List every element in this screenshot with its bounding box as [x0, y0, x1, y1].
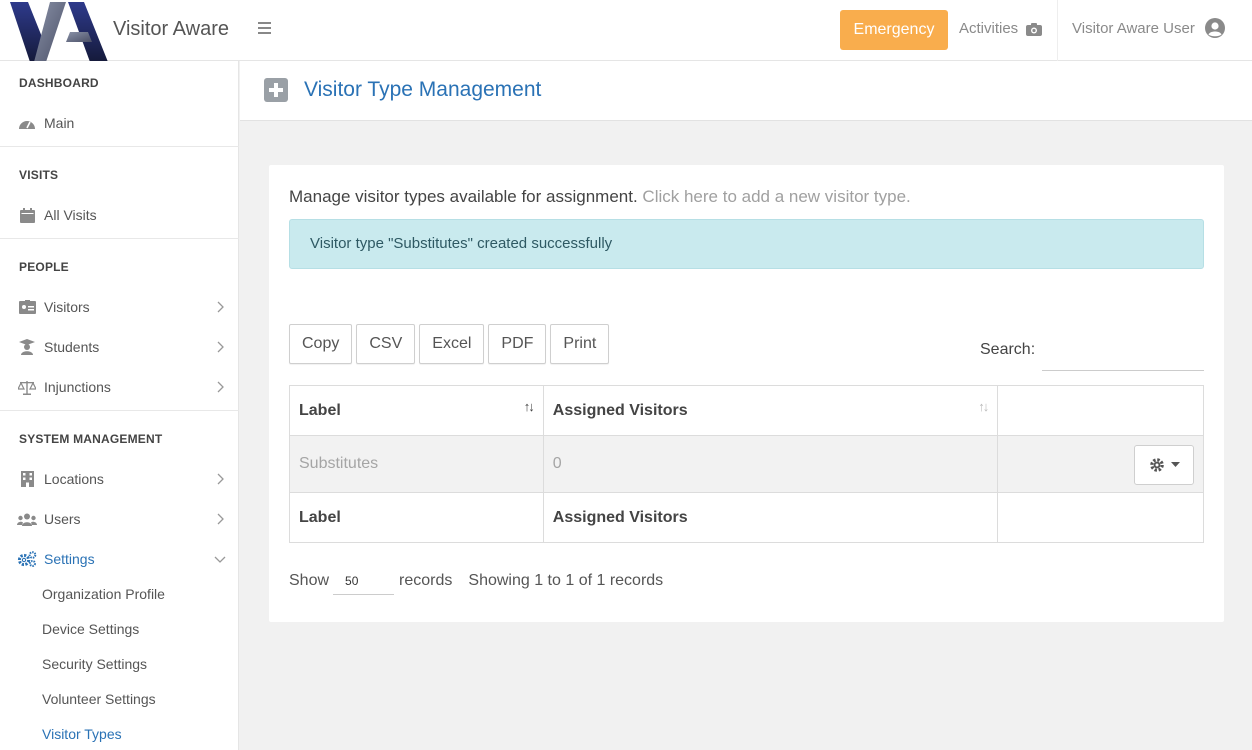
column-header-assigned-text: Assigned Visitors: [552, 401, 688, 419]
sidebar-item-students[interactable]: Students: [0, 332, 239, 362]
table-row: Substitutes 0: [289, 435, 1204, 493]
chevron-down-icon: [214, 556, 226, 563]
caret-down-icon: [1170, 462, 1180, 467]
success-alert: Visitor type "Substitutes" created succe…: [289, 219, 1204, 269]
records-per-page-select[interactable]: [333, 567, 395, 595]
camera-icon: [1026, 22, 1043, 36]
sidebar-item-settings[interactable]: Settings: [0, 544, 239, 574]
sidebar-item-label: Main: [44, 115, 75, 131]
records-label: records: [399, 572, 453, 589]
pdf-button[interactable]: PDF: [488, 324, 547, 364]
chevron-right-icon: [217, 341, 224, 353]
activities-link[interactable]: Activities: [959, 20, 1043, 37]
calendar-icon: [17, 207, 37, 223]
page-header: Visitor Type Management: [240, 61, 1252, 121]
sidebar-item-visitors[interactable]: Visitors: [0, 292, 239, 322]
chevron-right-icon: [217, 381, 224, 393]
sidebar-subitem-security-settings[interactable]: Security Settings: [42, 656, 147, 672]
chevron-right-icon: [217, 473, 224, 485]
search-label: Search:: [980, 341, 1036, 358]
visitor-types-card: Manage visitor types available for assig…: [269, 165, 1224, 622]
chevron-right-icon: [217, 513, 224, 525]
sidebar-item-label: Visitors: [44, 299, 90, 315]
sidebar: DASHBOARD Main VISITS All Visits PEOPLE …: [0, 61, 239, 750]
search-input[interactable]: [1042, 337, 1204, 371]
sort-icon: ↑↓: [978, 399, 989, 414]
activities-label: Activities: [959, 20, 1019, 37]
table-info: Showing 1 to 1 of 1 records: [468, 572, 664, 589]
gear-icon: [1149, 458, 1164, 472]
table-footer: Show records Showing 1 to 1 of 1 records: [289, 567, 663, 595]
section-system-management: SYSTEM MANAGEMENT: [19, 432, 163, 446]
sidebar-divider: [0, 238, 239, 239]
sidebar-divider: [0, 146, 239, 147]
show-label: Show: [289, 572, 330, 589]
dashboard-gauge-icon: [17, 115, 37, 131]
gears-icon: [17, 551, 37, 567]
section-people: PEOPLE: [19, 260, 69, 274]
plus-square-icon: [264, 78, 288, 102]
column-header-label[interactable]: Label ↑↓: [289, 385, 544, 436]
section-visits: VISITS: [19, 168, 59, 182]
building-icon: [17, 471, 37, 487]
users-group-icon: [17, 511, 37, 527]
sidebar-subitem-visitor-types[interactable]: Visitor Types: [42, 726, 122, 742]
balance-scale-icon: [17, 379, 37, 395]
column-header-assigned-visitors[interactable]: Assigned Visitors ↑↓: [542, 385, 999, 436]
user-avatar-icon: [1204, 18, 1225, 38]
excel-button[interactable]: Excel: [419, 324, 485, 364]
visitor-aware-logo[interactable]: [10, 2, 108, 62]
page-title: Visitor Type Management: [304, 78, 542, 101]
sidebar-item-label: Users: [44, 511, 81, 527]
column-footer-label: Label: [289, 492, 544, 543]
user-menu[interactable]: Visitor Aware User: [1072, 18, 1225, 38]
row-actions-dropdown-button[interactable]: [1134, 445, 1194, 485]
sidebar-item-all-visits[interactable]: All Visits: [0, 200, 239, 230]
export-buttons: Copy CSV Excel PDF Print: [289, 324, 610, 364]
column-footer-actions: [997, 492, 1204, 543]
intro-text: Manage visitor types available for assig…: [289, 187, 911, 207]
sidebar-item-label: All Visits: [44, 207, 97, 223]
cell-assigned-visitors: 0: [542, 435, 999, 493]
column-header-label-text: Label: [299, 401, 341, 419]
visitor-types-table: Label ↑↓ Assigned Visitors ↑↓ Substitute…: [289, 385, 1204, 543]
section-dashboard: DASHBOARD: [19, 76, 99, 90]
cell-label: Substitutes: [289, 435, 544, 493]
sidebar-item-locations[interactable]: Locations: [0, 464, 239, 494]
sort-icon: ↑↓: [523, 399, 535, 414]
id-badge-icon: [17, 299, 37, 315]
intro-description: Manage visitor types available for assig…: [289, 187, 638, 206]
sidebar-divider: [0, 410, 239, 411]
sidebar-item-injunctions[interactable]: Injunctions: [0, 372, 239, 402]
brand-name: Visitor Aware: [113, 18, 229, 40]
top-header: Visitor Aware Emergency Activities Visit…: [0, 0, 1252, 62]
copy-button[interactable]: Copy: [289, 324, 353, 364]
print-button[interactable]: Print: [550, 324, 610, 364]
sidebar-item-label: Settings: [44, 551, 95, 567]
graduate-icon: [17, 339, 37, 355]
sidebar-item-label: Locations: [44, 471, 104, 487]
sidebar-item-main[interactable]: Main: [0, 108, 239, 138]
sidebar-item-label: Students: [44, 339, 100, 355]
user-name: Visitor Aware User: [1072, 19, 1195, 37]
header-divider: [1057, 0, 1058, 61]
add-visitor-type-link[interactable]: Click here to add a new visitor type.: [642, 187, 910, 206]
emergency-button[interactable]: Emergency: [840, 10, 948, 50]
sidebar-subitem-device-settings[interactable]: Device Settings: [42, 621, 139, 637]
column-footer-assigned-visitors: Assigned Visitors: [542, 492, 999, 543]
column-header-actions: [997, 385, 1204, 436]
sidebar-subitem-volunteer-settings[interactable]: Volunteer Settings: [42, 691, 156, 707]
sidebar-item-users[interactable]: Users: [0, 504, 239, 534]
chevron-right-icon: [217, 301, 224, 313]
hamburger-menu-icon[interactable]: [258, 19, 278, 39]
csv-button[interactable]: CSV: [356, 324, 416, 364]
cell-actions: [997, 435, 1204, 493]
sidebar-item-label: Injunctions: [44, 379, 111, 395]
sidebar-subitem-organization-profile[interactable]: Organization Profile: [42, 586, 165, 602]
